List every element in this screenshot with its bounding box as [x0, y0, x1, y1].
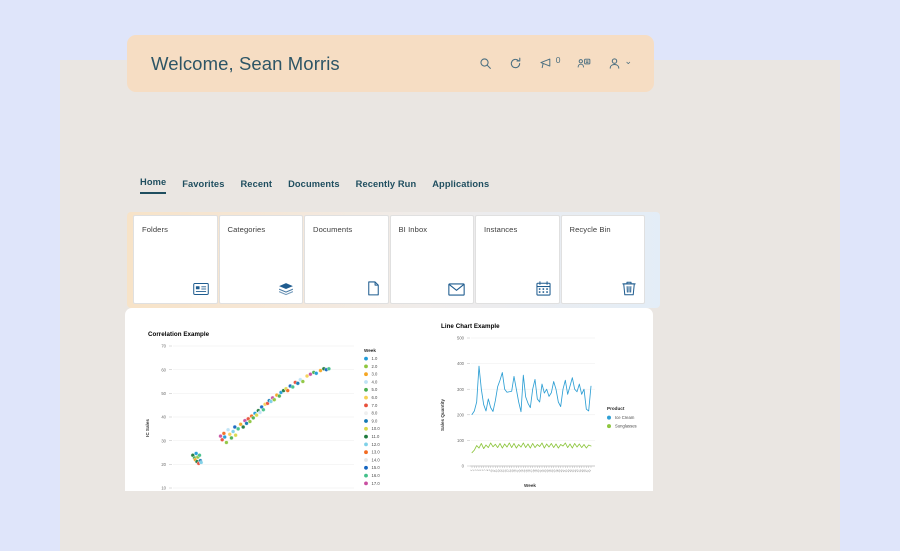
svg-text:12.0: 12.0	[372, 442, 381, 447]
tile-label: Documents	[313, 225, 353, 234]
tile-instances[interactable]: Instances	[475, 215, 560, 304]
nav-tab-home[interactable]: Home	[140, 177, 167, 194]
line-y-axis-label: Sales Quantity	[440, 399, 445, 431]
svg-text:17.0: 17.0	[372, 481, 381, 486]
svg-text:16.0: 16.0	[372, 473, 381, 478]
tile-label: Recycle Bin	[569, 225, 611, 234]
svg-text:300: 300	[457, 387, 465, 392]
svg-text:500: 500	[457, 336, 465, 341]
svg-text:20: 20	[161, 462, 166, 467]
svg-text:60: 60	[161, 367, 166, 372]
tile-bi-inbox[interactable]: BI Inbox	[389, 215, 474, 304]
envelope-icon	[448, 283, 465, 296]
refresh-icon[interactable]	[509, 57, 522, 70]
document-icon	[367, 281, 380, 296]
page-title: Welcome, Sean Morris	[151, 52, 340, 74]
svg-text:52: 52	[588, 469, 592, 473]
nav-tab-applications[interactable]: Applications	[432, 179, 489, 194]
folders-icon	[192, 282, 209, 296]
tile-label: Categories	[227, 225, 266, 234]
announcement-icon[interactable]: 0	[539, 54, 561, 70]
dashboard-panel: Correlation Example 70 60 50 40 30 20 10 IC Sa…	[125, 308, 653, 491]
svg-text:1.0: 1.0	[372, 356, 378, 361]
svg-text:4.0: 4.0	[372, 379, 378, 384]
svg-text:Product: Product	[607, 406, 625, 411]
chevron-down-icon: ⌄	[624, 56, 632, 66]
line-x-axis-label: Week	[524, 483, 536, 488]
svg-text:10.0: 10.0	[372, 426, 381, 431]
svg-text:50: 50	[161, 391, 166, 396]
tile-recycle-bin[interactable]: Recycle Bin	[560, 215, 645, 304]
tile-label: Instances	[484, 225, 518, 234]
svg-text:5.0: 5.0	[372, 387, 378, 392]
line-chart-svg[interactable]: Line Chart Example 500 400 300 200 100 0 Sale…	[435, 320, 650, 491]
svg-text:200: 200	[457, 412, 465, 417]
svg-text:6.0: 6.0	[372, 395, 378, 400]
user-menu[interactable]: ⌄	[608, 57, 632, 70]
nav-tab-recently-run[interactable]: Recently Run	[356, 179, 417, 194]
scatter-y-tick-labels: 70 60 50 40 30 20 10	[161, 344, 166, 491]
svg-text:70: 70	[161, 344, 166, 349]
teams-icon[interactable]	[577, 57, 591, 70]
svg-text:40: 40	[161, 415, 166, 420]
svg-text:7.0: 7.0	[372, 403, 378, 408]
svg-text:30: 30	[161, 438, 166, 443]
svg-text:9.0: 9.0	[372, 418, 378, 423]
trash-icon	[622, 281, 636, 296]
line-series-paths	[471, 365, 592, 454]
svg-text:10: 10	[161, 486, 166, 491]
announcement-badge: 0	[555, 54, 561, 65]
tiles-row: Folders Categories Documents BI Inbox In…	[133, 215, 645, 304]
svg-text:15.0: 15.0	[372, 465, 381, 470]
svg-text:0: 0	[462, 464, 465, 469]
scatter-gridlines	[169, 345, 354, 489]
line-y-tick-labels: 500 400 300 200 100 0	[457, 336, 465, 469]
tile-categories[interactable]: Categories	[218, 215, 303, 304]
line-x-axis: 1 2 3 4 5 6 7 8 91011121314151617181920212223242…	[470, 465, 595, 473]
calendar-icon	[535, 281, 551, 296]
line-chart-title: Line Chart Example	[441, 323, 500, 330]
nav-tab-recent[interactable]: Recent	[240, 179, 272, 194]
svg-text:Week: Week	[364, 348, 376, 353]
svg-text:400: 400	[457, 361, 465, 366]
svg-text:Sunglasses: Sunglasses	[615, 424, 637, 429]
tile-label: BI Inbox	[398, 225, 428, 234]
scatter-chart-title: Correlation Example	[148, 331, 210, 338]
tile-documents[interactable]: Documents	[304, 215, 389, 304]
tile-folders[interactable]: Folders	[133, 215, 218, 304]
svg-text:Ice Cream: Ice Cream	[615, 415, 635, 420]
scatter-plot-svg[interactable]: Correlation Example 70 60 50 40 30 20 10 IC Sa…	[140, 328, 410, 491]
svg-text:2.0: 2.0	[372, 364, 378, 369]
scatter-points	[190, 366, 331, 466]
categories-icon	[278, 282, 294, 296]
search-icon[interactable]	[479, 57, 492, 70]
svg-text:8.0: 8.0	[372, 411, 378, 416]
main-nav: Home Favorites Recent Documents Recently…	[140, 177, 489, 194]
svg-text:14.0: 14.0	[372, 457, 381, 462]
nav-tab-documents[interactable]: Documents	[288, 179, 340, 194]
svg-text:3.0: 3.0	[372, 372, 378, 377]
nav-tab-favorites[interactable]: Favorites	[182, 179, 224, 194]
line-chart: Line Chart Example 500 400 300 200 100 0 Sale…	[435, 320, 650, 491]
svg-text:100: 100	[457, 438, 465, 443]
svg-text:11.0: 11.0	[372, 434, 381, 439]
welcome-banner: Welcome, Sean Morris 0 ⌄	[127, 35, 654, 92]
svg-text:13.0: 13.0	[372, 450, 381, 455]
scatter-y-axis-label: IC Sales	[145, 419, 150, 437]
scatter-chart: Correlation Example 70 60 50 40 30 20 10 IC Sa…	[140, 328, 410, 491]
tile-label: Folders	[142, 225, 169, 234]
scatter-legend: Week 1.0 2.0 3.0 4.0 5.0 6.0 7.0 8.0 9.0 10.0 11.0 1…	[364, 348, 380, 486]
header-actions: 0 ⌄	[479, 54, 632, 70]
line-legend: Product Ice Cream Sunglasses	[607, 406, 637, 429]
